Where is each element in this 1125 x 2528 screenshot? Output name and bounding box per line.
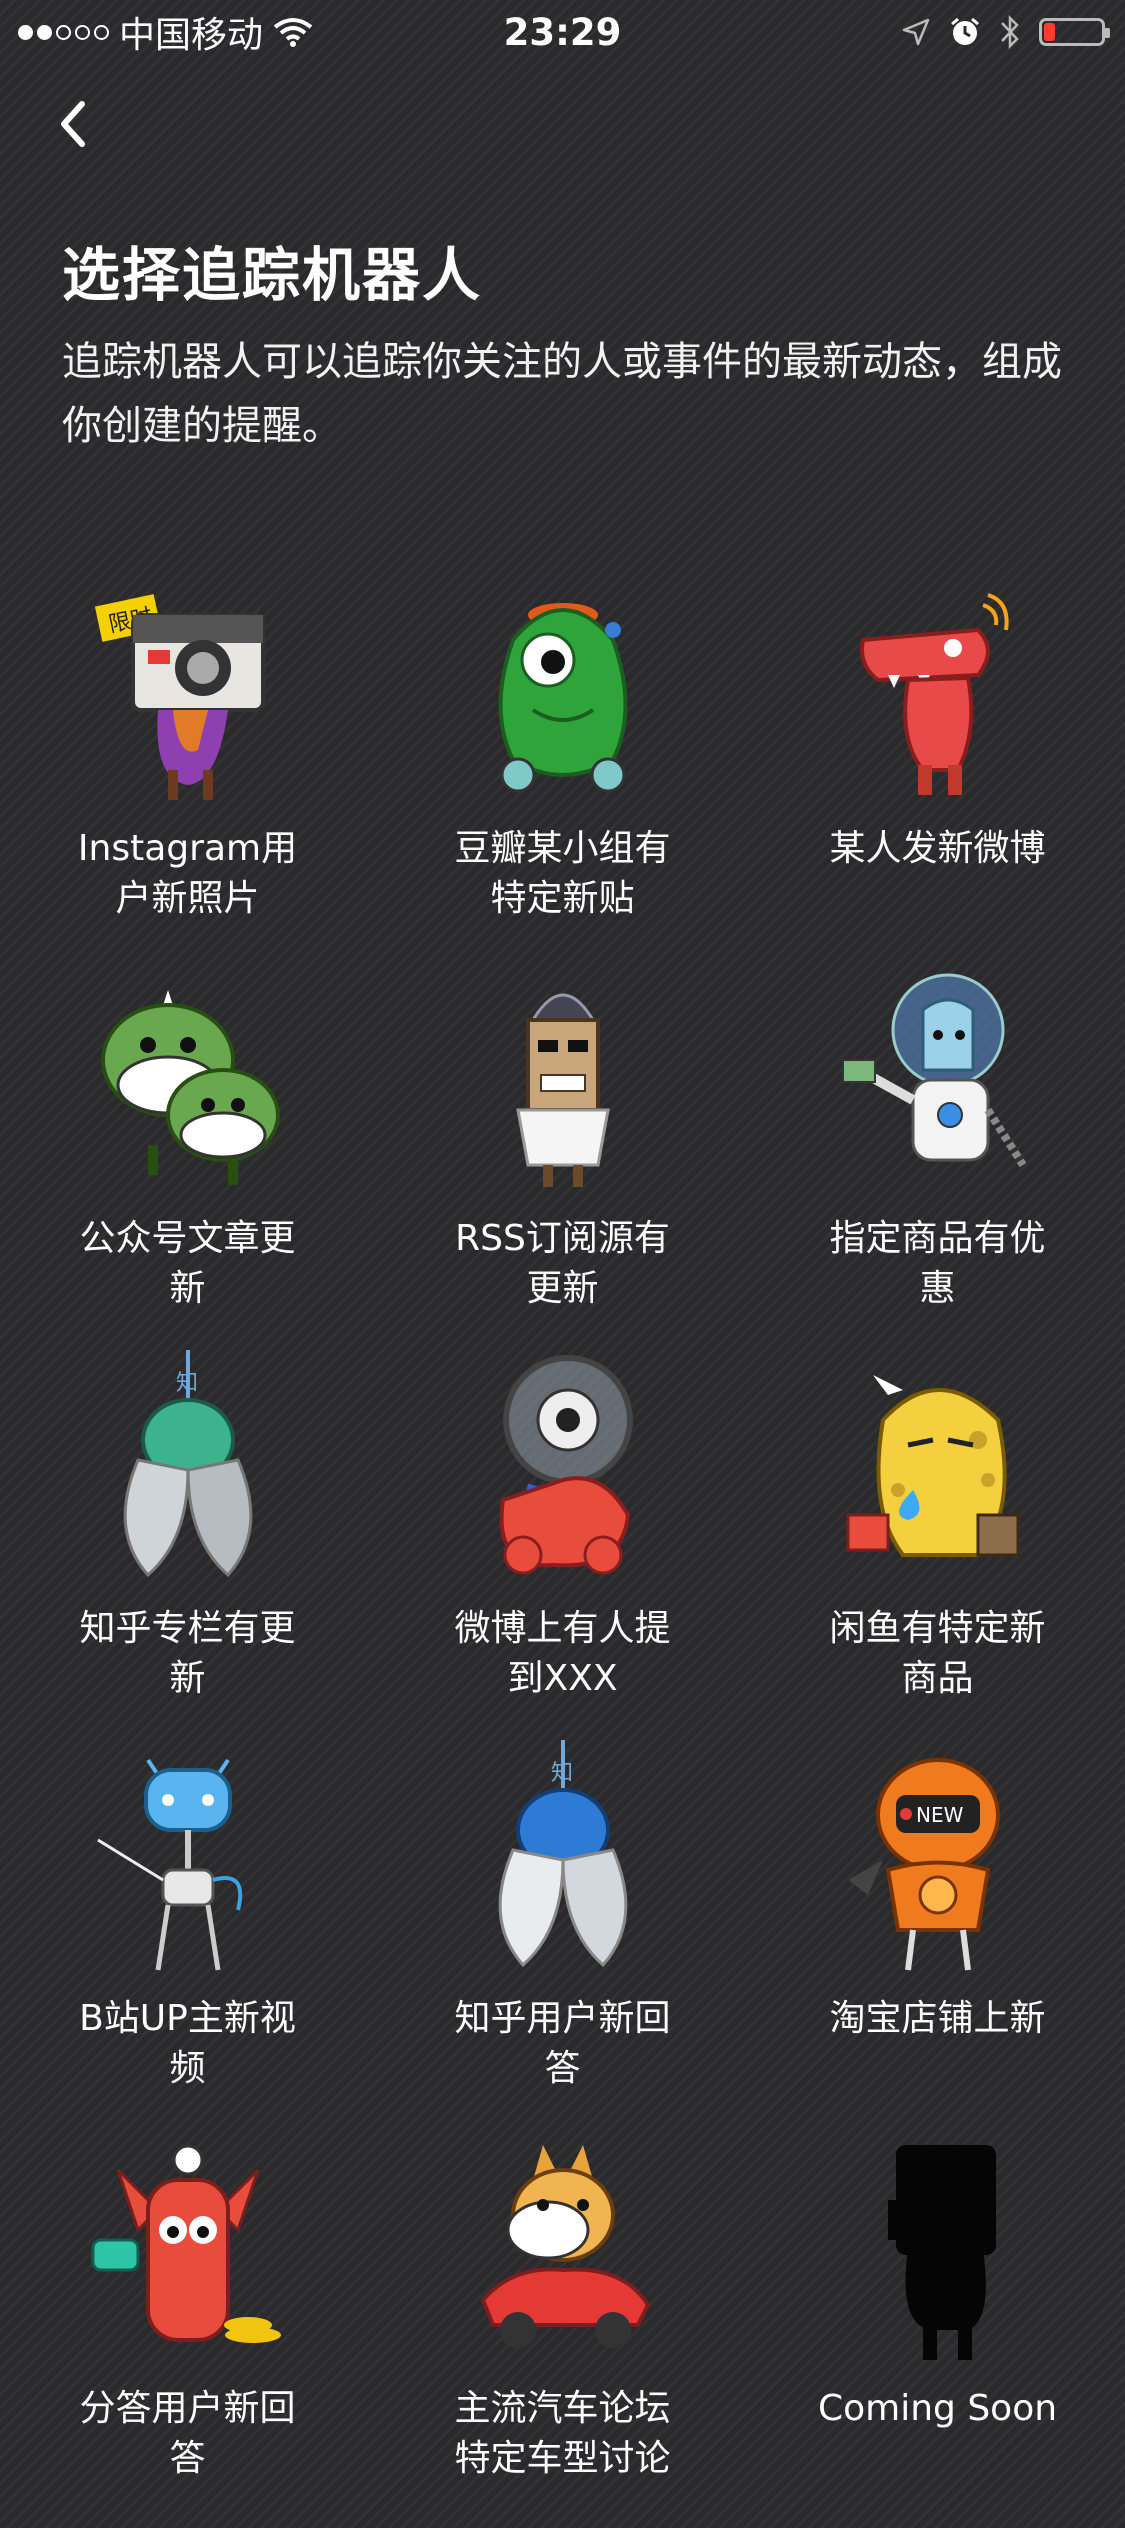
- chevron-left-icon: [61, 101, 85, 147]
- bot-label: 某人发新微博: [829, 828, 1046, 869]
- battery-icon: [1039, 18, 1110, 46]
- carrier-name: 中国移动: [119, 15, 264, 56]
- instagram-robot-icon: 限时: [78, 560, 298, 810]
- bluetooth-icon: [1001, 14, 1019, 50]
- bot-label: Instagram用户新照片: [77, 828, 298, 919]
- douban-monster-icon: [453, 560, 673, 810]
- bot-label: 指定商品有优惠: [829, 1218, 1046, 1309]
- wechat-twin-monsters-icon: [78, 950, 298, 1200]
- bot-xianyu-items[interactable]: 闲鱼有特定新商品: [750, 1340, 1125, 1730]
- rss-totem-robot-icon: [453, 950, 673, 1200]
- status-bar-right: [901, 14, 1125, 50]
- bot-weibo-mention[interactable]: 微博上有人提到XXX: [375, 1340, 750, 1730]
- bot-zhihu-column[interactable]: 知 知乎专栏有更新: [0, 1340, 375, 1730]
- bot-label: 分答用户新回答: [79, 2388, 296, 2479]
- alarm-clock-icon: [951, 17, 979, 45]
- bot-product-discount[interactable]: 指定商品有优惠: [750, 950, 1125, 1340]
- bot-taobao-shop[interactable]: NEW 淘宝店铺上新: [750, 1730, 1125, 2120]
- bot-douban-group[interactable]: 豆瓣某小组有特定新贴: [375, 560, 750, 950]
- bot-wechat-articles[interactable]: 公众号文章更新: [0, 950, 375, 1340]
- bot-label: 主流汽车论坛特定车型讨论: [454, 2388, 671, 2479]
- bot-instagram[interactable]: 限时 Instagram用户新照片: [0, 560, 375, 950]
- silhouette-robot-icon: [828, 2120, 1048, 2370]
- astronaut-robot-icon: [828, 950, 1048, 1200]
- bot-zhihu-answer[interactable]: 知 知乎用户新回答: [375, 1730, 750, 2120]
- fenda-red-monster-icon: [78, 2120, 298, 2370]
- bot-rss[interactable]: RSS订阅源有更新: [375, 950, 750, 1340]
- taobao-orange-robot-icon: NEW: [828, 1730, 1048, 1980]
- back-button[interactable]: [48, 92, 98, 156]
- dog-car-driver-icon: [453, 2120, 673, 2370]
- yellow-spotted-monster-icon: [828, 1340, 1048, 1590]
- magnifier-monster-icon: [453, 1340, 673, 1590]
- bot-bilibili-up[interactable]: B站UP主新视频: [0, 1730, 375, 2120]
- bot-coming-soon: Coming Soon: [750, 2120, 1125, 2510]
- bot-weibo-person[interactable]: 某人发新微博: [750, 560, 1125, 950]
- bot-label: 闲鱼有特定新商品: [829, 1608, 1046, 1699]
- page-description: 追踪机器人可以追踪你关注的人或事件的最新动态，组成你创建的提醒。: [62, 339, 1062, 449]
- bot-label: B站UP主新视频: [79, 1998, 296, 2089]
- bot-label: 淘宝店铺上新: [829, 1998, 1046, 2039]
- signal-strength-icon: [18, 24, 109, 40]
- bot-label: 豆瓣某小组有特定新贴: [454, 828, 671, 919]
- bot-label: RSS订阅源有更新: [455, 1218, 670, 1309]
- new-badge: NEW: [916, 1803, 964, 1827]
- bot-label: Coming Soon: [817, 2388, 1058, 2429]
- weibo-dinosaur-icon: [828, 560, 1048, 810]
- bot-car-forum[interactable]: 主流汽车论坛特定车型讨论: [375, 2120, 750, 2510]
- svg-text:知: 知: [551, 1761, 573, 1786]
- svg-text:知: 知: [176, 1371, 198, 1396]
- bot-grid: 限时 Instagram用户新照片 豆瓣某小组有特定新贴 某人发新微博 公众号文…: [0, 560, 1125, 2510]
- status-bar: 中国移动 23:29: [0, 0, 1125, 64]
- bot-label: 公众号文章更新: [79, 1218, 296, 1309]
- bilibili-stick-robot-icon: [78, 1730, 298, 1980]
- bot-label: 知乎用户新回答: [454, 1998, 671, 2089]
- location-arrow-icon: [902, 18, 930, 46]
- bot-fenda-answer[interactable]: 分答用户新回答: [0, 2120, 375, 2510]
- zhihu-feather-blue-icon: 知: [453, 1730, 673, 1980]
- bot-label: 微博上有人提到XXX: [454, 1608, 671, 1699]
- page-title: 选择追踪机器人: [62, 241, 483, 309]
- bot-label: 知乎专栏有更新: [79, 1608, 296, 1699]
- wifi-icon: [273, 18, 313, 47]
- zhihu-feather-green-icon: 知: [78, 1340, 298, 1590]
- status-bar-left: 中国移动: [0, 6, 313, 58]
